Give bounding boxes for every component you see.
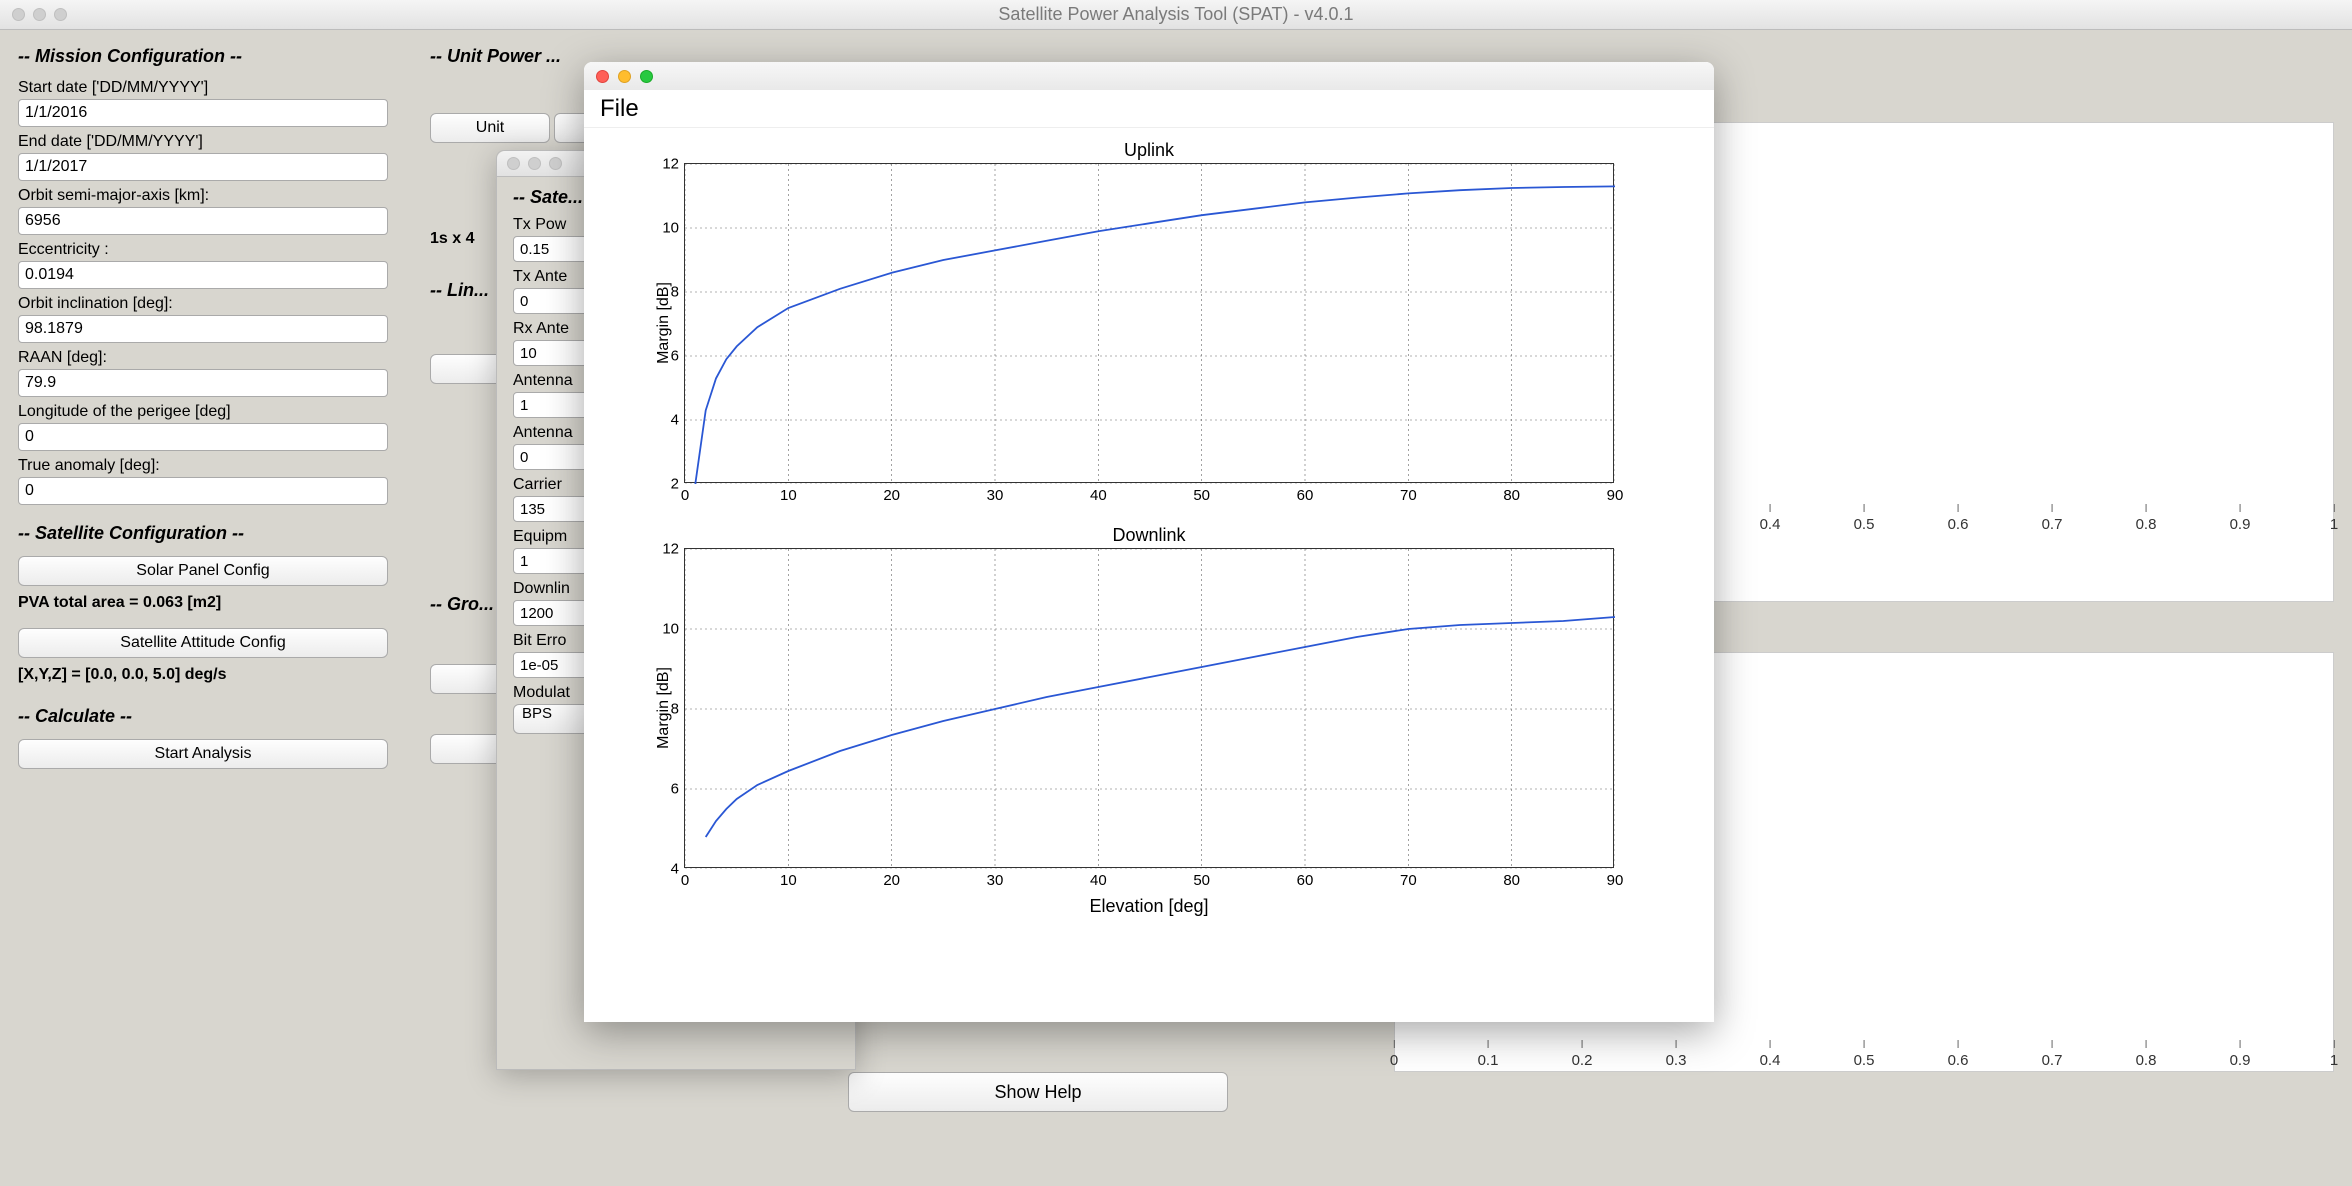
xtick: 80 xyxy=(1503,487,1520,504)
ytick: 10 xyxy=(651,220,679,237)
axis-tick: 0.5 xyxy=(1854,1052,1875,1069)
minimize-icon[interactable] xyxy=(618,70,631,83)
axis-tick: 0.3 xyxy=(1666,1052,1687,1069)
xtick: 60 xyxy=(1297,872,1314,889)
xtick: 70 xyxy=(1400,487,1417,504)
start-date-label: Start date ['DD/MM/YYYY'] xyxy=(18,79,428,97)
dim-text: 1s x 4 xyxy=(430,230,474,248)
xtick: 0 xyxy=(681,872,689,889)
sma-input[interactable] xyxy=(18,207,388,235)
zoom-icon[interactable] xyxy=(640,70,653,83)
close-icon[interactable] xyxy=(596,70,609,83)
xtick: 70 xyxy=(1400,872,1417,889)
satcfg-header: -- Satellite Configuration -- xyxy=(18,523,428,544)
start-date-input[interactable] xyxy=(18,99,388,127)
mission-config-panel: -- Mission Configuration -- Start date [… xyxy=(18,40,428,769)
ytick: 4 xyxy=(651,861,679,878)
axis-tick: 0.7 xyxy=(2042,516,2063,533)
uplink-plot: Margin [dB] 246810120102030405060708090 xyxy=(684,163,1614,483)
axis-tick: 0.6 xyxy=(1948,1052,1969,1069)
end-date-label: End date ['DD/MM/YYYY'] xyxy=(18,133,428,151)
window-title: Satellite Power Analysis Tool (SPAT) - v… xyxy=(0,4,2352,25)
ytick: 2 xyxy=(651,476,679,493)
minimize-icon[interactable] xyxy=(528,157,541,170)
zoom-icon[interactable] xyxy=(549,157,562,170)
bgplot2-xaxis: 00.10.20.30.40.50.60.70.80.91 xyxy=(1394,1052,2334,1076)
lin-header: -- Lin... xyxy=(430,280,489,301)
calc-header: -- Calculate -- xyxy=(18,706,428,727)
end-date-input[interactable] xyxy=(18,153,388,181)
xtick: 20 xyxy=(883,487,900,504)
chart-window: File Uplink Margin [dB] 2468101201020304… xyxy=(584,62,1714,1022)
ytick: 4 xyxy=(651,412,679,429)
xtick: 90 xyxy=(1607,872,1624,889)
axis-tick: 0.7 xyxy=(2042,1052,2063,1069)
xtick: 0 xyxy=(681,487,689,504)
axis-tick: 0.1 xyxy=(1478,1052,1499,1069)
xtick: 50 xyxy=(1193,487,1210,504)
show-help-button[interactable]: Show Help xyxy=(848,1072,1228,1112)
axis-tick: 0.8 xyxy=(2136,1052,2157,1069)
satellite-attitude-config-button[interactable]: Satellite Attitude Config xyxy=(18,628,388,658)
axis-tick: 0.9 xyxy=(2230,516,2251,533)
axis-tick: 0.6 xyxy=(1948,516,1969,533)
axis-tick: 0.4 xyxy=(1760,1052,1781,1069)
xtick: 30 xyxy=(987,872,1004,889)
axis-tick: 0.4 xyxy=(1760,516,1781,533)
xtick: 20 xyxy=(883,872,900,889)
uplink-title: Uplink xyxy=(608,140,1690,161)
axis-tick: 0.9 xyxy=(2230,1052,2251,1069)
xtick: 80 xyxy=(1503,872,1520,889)
pva-text: PVA total area = 0.063 [m2] xyxy=(18,594,428,612)
chartwin-titlebar xyxy=(584,62,1714,90)
xyz-text: [X,Y,Z] = [0.0, 0.0, 5.0] deg/s xyxy=(18,666,428,684)
ytick: 6 xyxy=(651,348,679,365)
axis-tick: 1 xyxy=(2330,516,2338,533)
file-menu[interactable]: File xyxy=(584,90,1714,128)
xtick: 90 xyxy=(1607,487,1624,504)
sma-label: Orbit semi-major-axis [km]: xyxy=(18,187,428,205)
ytick: 6 xyxy=(651,781,679,798)
xtick: 10 xyxy=(780,487,797,504)
mission-header: -- Mission Configuration -- xyxy=(18,46,428,67)
xtick: 60 xyxy=(1297,487,1314,504)
xtick: 40 xyxy=(1090,872,1107,889)
axis-tick: 0 xyxy=(1390,1052,1398,1069)
ytick: 8 xyxy=(651,701,679,718)
lperi-label: Longitude of the perigee [deg] xyxy=(18,403,428,421)
tanom-label: True anomaly [deg]: xyxy=(18,457,428,475)
axis-tick: 1 xyxy=(2330,1052,2338,1069)
unit-power-header: -- Unit Power ... xyxy=(430,46,580,67)
axis-tick: 0.8 xyxy=(2136,516,2157,533)
downlink-xlabel: Elevation [deg] xyxy=(608,896,1690,917)
gro-header: -- Gro... xyxy=(430,594,494,615)
ytick: 12 xyxy=(651,156,679,173)
inc-label: Orbit inclination [deg]: xyxy=(18,295,428,313)
ecc-label: Eccentricity : xyxy=(18,241,428,259)
xtick: 50 xyxy=(1193,872,1210,889)
ytick: 8 xyxy=(651,284,679,301)
lperi-input[interactable] xyxy=(18,423,388,451)
xtick: 10 xyxy=(780,872,797,889)
raan-label: RAAN [deg]: xyxy=(18,349,428,367)
start-analysis-button[interactable]: Start Analysis xyxy=(18,739,388,769)
raan-input[interactable] xyxy=(18,369,388,397)
inc-input[interactable] xyxy=(18,315,388,343)
tanom-input[interactable] xyxy=(18,477,388,505)
axis-tick: 0.5 xyxy=(1854,516,1875,533)
downlink-plot: Margin [dB] 46810120102030405060708090 xyxy=(684,548,1614,868)
main-titlebar: Satellite Power Analysis Tool (SPAT) - v… xyxy=(0,0,2352,30)
ecc-input[interactable] xyxy=(18,261,388,289)
unit-button[interactable]: Unit xyxy=(430,113,550,143)
axis-tick: 0.2 xyxy=(1572,1052,1593,1069)
ytick: 10 xyxy=(651,621,679,638)
xtick: 40 xyxy=(1090,487,1107,504)
ytick: 12 xyxy=(651,541,679,558)
close-icon[interactable] xyxy=(507,157,520,170)
downlink-title: Downlink xyxy=(608,525,1690,546)
solar-panel-config-button[interactable]: Solar Panel Config xyxy=(18,556,388,586)
xtick: 30 xyxy=(987,487,1004,504)
